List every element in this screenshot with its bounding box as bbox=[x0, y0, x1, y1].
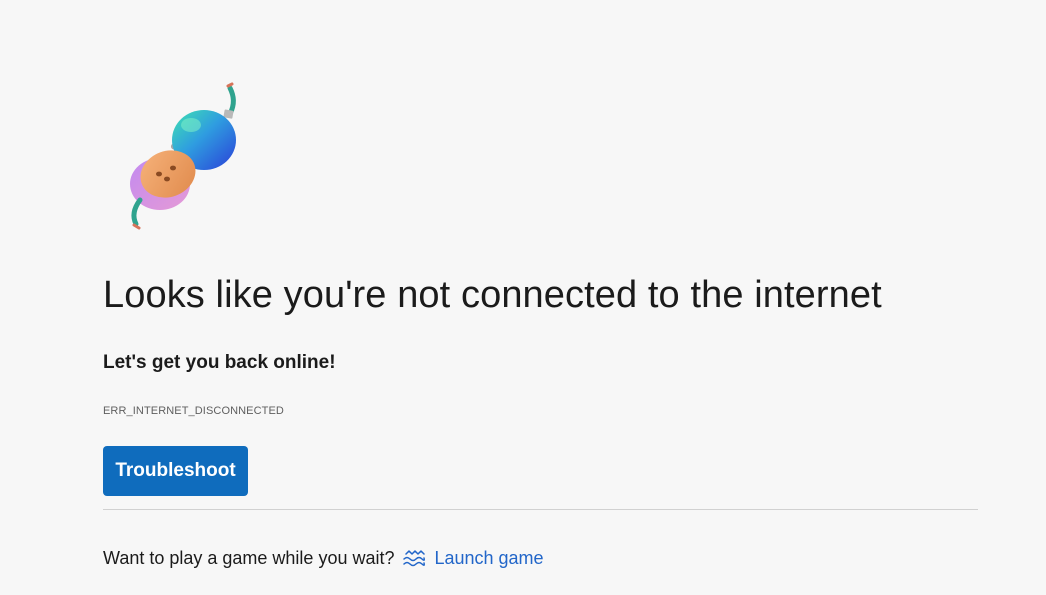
troubleshoot-button[interactable]: Troubleshoot bbox=[103, 446, 248, 496]
game-prompt-text: Want to play a game while you wait? bbox=[103, 547, 395, 568]
page-title: Looks like you're not connected to the i… bbox=[103, 274, 882, 316]
surf-waves-icon[interactable] bbox=[403, 548, 426, 568]
page-subtitle: Let's get you back online! bbox=[103, 352, 336, 373]
error-code: ERR_INTERNET_DISCONNECTED bbox=[103, 405, 284, 417]
unplugged-plug-icon bbox=[130, 82, 236, 230]
error-page: Looks like you're not connected to the i… bbox=[0, 0, 1046, 595]
divider bbox=[103, 509, 978, 510]
launch-game-link[interactable]: Launch game bbox=[434, 548, 543, 569]
game-prompt-row: Want to play a game while you wait? Laun… bbox=[103, 546, 544, 570]
